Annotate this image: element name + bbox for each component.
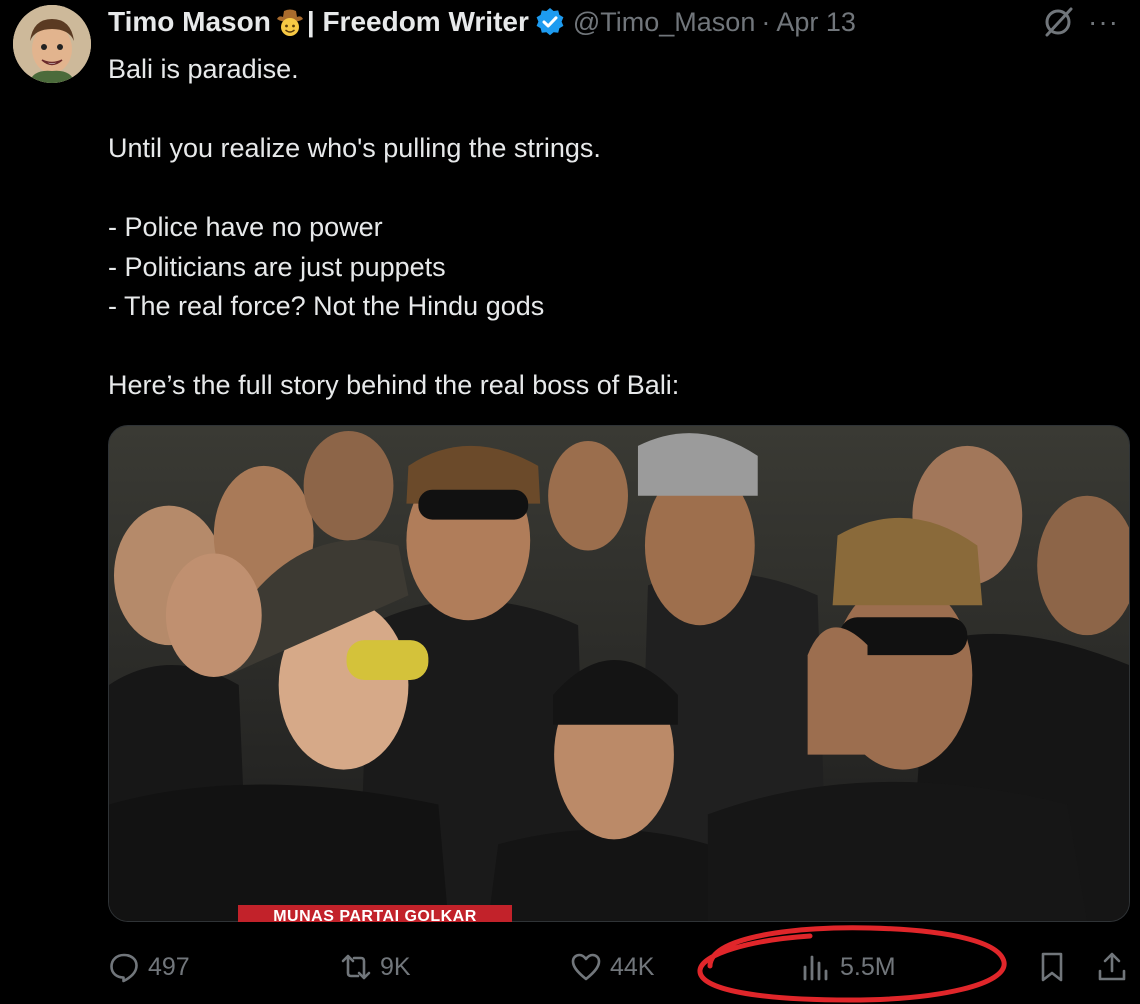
tweet-media-photo[interactable]	[108, 425, 1130, 922]
name-suffix: | Freedom Writer	[306, 6, 529, 37]
video-caption-band: MUNAS PARTAI GOLKAR	[238, 905, 512, 922]
tweet-line: Here’s the full story behind the real bo…	[108, 370, 680, 400]
crowd-photo	[109, 426, 1129, 921]
share-button[interactable]	[1096, 942, 1128, 992]
display-name[interactable]: Timo Mason	[108, 4, 271, 40]
grok-icon[interactable]	[1040, 4, 1076, 40]
avatar[interactable]	[13, 5, 91, 83]
bookmark-icon	[1041, 952, 1063, 982]
like-button[interactable]: 44K	[570, 942, 654, 992]
header-separator: ·	[761, 7, 771, 37]
tweet-line: - The real force? Not the Hindu gods	[108, 291, 545, 321]
tweet-text: Bali is paradise. Until you realize who'…	[108, 50, 1108, 406]
tweet-line: - Police have no power	[108, 212, 383, 242]
verified-badge-icon[interactable]	[535, 7, 565, 37]
tweet-line	[108, 169, 1108, 209]
like-count: 44K	[610, 952, 655, 981]
avatar-image	[13, 5, 91, 83]
tweet-actions: 497 9K 44K 5.5M	[0, 942, 1140, 992]
reply-button[interactable]: 497	[108, 942, 190, 992]
reply-icon	[110, 953, 138, 983]
more-options-icon[interactable]: ···	[1088, 6, 1128, 38]
views-bar-icon	[803, 955, 828, 981]
cowboy-emoji-icon	[275, 7, 305, 37]
reply-count: 497	[148, 952, 190, 981]
repost-count: 9K	[380, 952, 411, 981]
bookmark-button[interactable]	[1036, 942, 1068, 992]
share-icon	[1098, 952, 1126, 981]
heart-icon	[571, 953, 601, 981]
repost-icon	[341, 954, 371, 980]
tweet-line	[108, 90, 1108, 130]
views-count: 5.5M	[840, 952, 896, 981]
tweet-line: Until you realize who's pulling the stri…	[108, 133, 601, 163]
tweet-header: Timo Mason | Freedom Writer @Timo_Mason …	[108, 4, 1138, 40]
tweet: Timo Mason | Freedom Writer @Timo_Mason …	[0, 0, 1140, 1004]
caption-text: MUNAS PARTAI GOLKAR	[273, 908, 477, 922]
tweet-line	[108, 327, 1108, 367]
tweet-line: - Politicians are just puppets	[108, 251, 446, 282]
tweet-line: Bali is paradise.	[108, 54, 299, 84]
timestamp[interactable]: Apr 13	[776, 4, 856, 40]
repost-button[interactable]: 9K	[340, 942, 411, 992]
views-button[interactable]: 5.5M	[800, 942, 896, 992]
handle[interactable]: @Timo_Mason	[573, 4, 755, 40]
